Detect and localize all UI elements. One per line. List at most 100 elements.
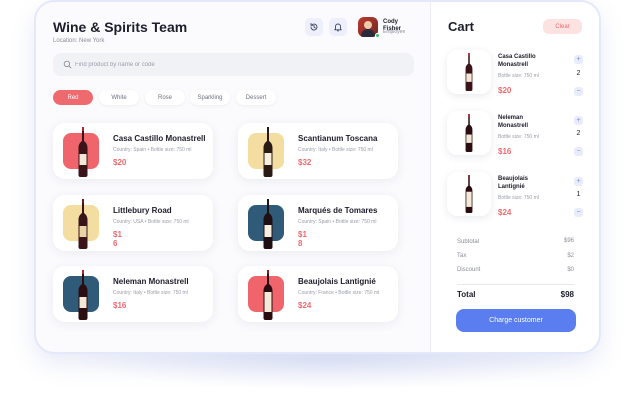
wine-bottle-icon (465, 175, 473, 213)
product-price: $16 (113, 230, 122, 248)
cart-item-price: $16 (498, 147, 512, 156)
notifications-button[interactable] (329, 18, 347, 36)
cart-item-name: Beaujolais Lantignié (498, 176, 529, 190)
subtotal-value: $96 (563, 238, 574, 244)
app-window: Wine & Spirits Team Location: New York C… (36, 2, 599, 352)
decrease-qty-button[interactable]: − (574, 147, 583, 156)
product-meta: Country: Italy • Bottle size: 750 ml (298, 147, 373, 153)
product-price: $24 (298, 301, 312, 310)
product-price: $20 (113, 158, 127, 167)
filter-chip-sparkling[interactable]: Sparkling (190, 90, 230, 105)
cart-item-meta: Bottle size: 750 ml (498, 73, 539, 79)
products-panel: Wine & Spirits Team Location: New York C… (36, 2, 430, 352)
history-button[interactable] (305, 18, 323, 36)
filter-chip-dessert[interactable]: Dessert (236, 90, 276, 105)
increase-qty-button[interactable]: + (574, 55, 583, 64)
cart-item-thumb (447, 111, 491, 155)
history-icon (310, 23, 318, 31)
cart-item-price: $20 (498, 86, 512, 95)
cart-panel: Cart Clear Casa Castillo Monastrell Bott… (430, 2, 599, 352)
minus-icon: − (576, 148, 581, 155)
wine-bottle-icon (465, 114, 473, 152)
product-price: $16 (113, 301, 127, 310)
wine-bottle-icon (78, 270, 88, 320)
product-thumb (248, 270, 284, 320)
total-row: Total $98 (457, 290, 574, 299)
cart-item-meta: Bottle size: 750 ml (498, 134, 539, 140)
charge-customer-button[interactable]: Charge customer (456, 309, 576, 332)
cart-item-meta: Bottle size: 750 ml (498, 195, 539, 201)
product-meta: Country: France • Bottle size: 750 ml (298, 290, 380, 296)
product-name: Scantianum Toscana (298, 134, 378, 143)
decrease-qty-button[interactable]: − (574, 87, 583, 96)
search-input[interactable] (75, 58, 395, 71)
wine-bottle-icon (78, 127, 88, 177)
cart-item-thumb (447, 50, 491, 94)
total-label: Total (457, 290, 476, 299)
summary-divider (457, 284, 574, 285)
tax-label: Tax (457, 253, 467, 259)
product-price: $32 (298, 158, 312, 167)
location-label: Location: New York (53, 38, 105, 44)
product-thumb (63, 199, 99, 249)
subtotal-row: Subtotal $96 (457, 238, 574, 246)
search-icon (63, 60, 72, 69)
user-role: Employee (383, 29, 406, 35)
cart-item-price: $24 (498, 208, 512, 217)
search-bar (53, 53, 414, 76)
page-stage: Wine & Spirits Team Location: New York C… (0, 0, 640, 417)
plus-icon: + (576, 178, 581, 185)
wine-bottle-icon (263, 270, 273, 320)
product-meta: Country: Spain • Bottle size: 750 ml (113, 147, 192, 153)
cart-item-qty: 2 (576, 70, 581, 77)
filter-chip-white[interactable]: White (99, 90, 139, 105)
plus-icon: + (576, 117, 581, 124)
product-thumb (248, 199, 284, 249)
cart-item-qty: 1 (576, 191, 581, 198)
wine-bottle-icon (465, 53, 473, 91)
product-thumb (63, 127, 99, 177)
tax-value: $2 (567, 253, 574, 259)
discount-value: $0 (567, 267, 574, 273)
product-card[interactable]: Beaujolais Lantignié Country: France • B… (238, 266, 398, 322)
product-name: Beaujolais Lantignié (298, 277, 376, 286)
decrease-qty-button[interactable]: − (574, 208, 583, 217)
subtotal-label: Subtotal (457, 239, 480, 245)
cart-item-thumb (447, 172, 491, 216)
wine-bottle-icon (78, 199, 88, 249)
cart-item-qty: 2 (576, 130, 581, 137)
product-name: Neleman Monastrell (113, 277, 189, 286)
product-card[interactable]: Marqués de Tomares Country: Spain • Bott… (238, 195, 398, 251)
discount-row: Discount $0 (457, 267, 574, 273)
bell-icon (334, 23, 342, 32)
total-value: $98 (560, 290, 574, 299)
product-card[interactable]: Littlebury Road Country: USA • Bottle si… (53, 195, 213, 251)
product-name: Marqués de Tomares (298, 206, 378, 215)
online-status-dot (375, 33, 380, 38)
wine-bottle-icon (263, 199, 273, 249)
page-title: Wine & Spirits Team (53, 19, 188, 35)
filter-chip-rose[interactable]: Rose (145, 90, 185, 105)
cart-title: Cart (448, 19, 475, 34)
product-card[interactable]: Scantianum Toscana Country: Italy • Bott… (238, 123, 398, 179)
product-card[interactable]: Neleman Monastrell Country: Italy • Bott… (53, 266, 213, 322)
product-thumb (248, 127, 284, 177)
increase-qty-button[interactable]: + (574, 116, 583, 125)
minus-icon: − (576, 209, 581, 216)
filter-chip-red[interactable]: Red (53, 90, 93, 105)
product-meta: Country: USA • Bottle size: 750 ml (113, 219, 189, 225)
plus-icon: + (576, 56, 581, 63)
clear-cart-button[interactable]: Clear (543, 19, 582, 34)
product-price: $18 (298, 230, 307, 248)
minus-icon: − (576, 88, 581, 95)
product-meta: Country: Italy • Bottle size: 750 ml (113, 290, 188, 296)
cart-item-name: Casa Castillo Monastrell (498, 54, 536, 68)
product-card[interactable]: Casa Castillo Monastrell Country: Spain … (53, 123, 213, 179)
product-thumb (63, 270, 99, 320)
wine-bottle-icon (263, 127, 273, 177)
increase-qty-button[interactable]: + (574, 177, 583, 186)
product-name: Casa Castillo Monastrell (113, 134, 206, 143)
cart-item-name: Neleman Monastrell (498, 115, 529, 129)
product-name: Littlebury Road (113, 206, 172, 215)
discount-label: Discount (457, 267, 481, 273)
